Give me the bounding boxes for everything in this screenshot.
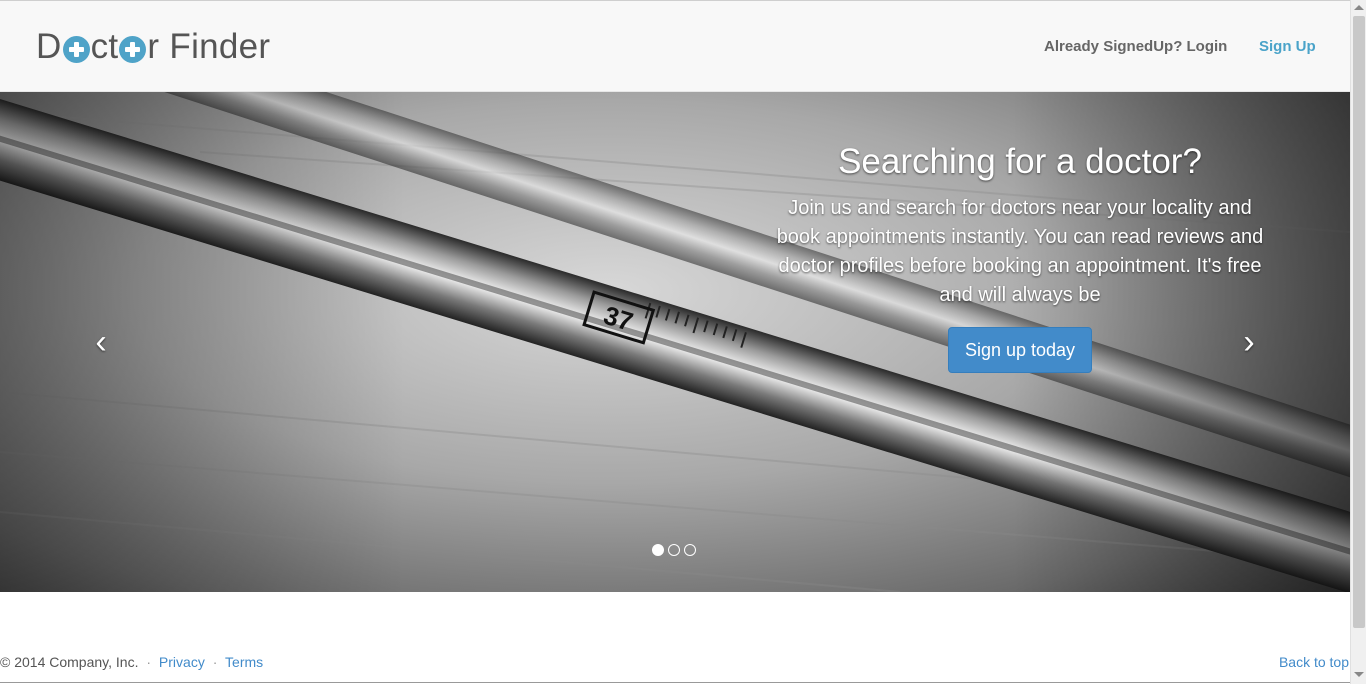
scroll-down-arrow-icon[interactable] — [1354, 672, 1364, 677]
carousel-indicator-3[interactable] — [684, 544, 696, 556]
vertical-scrollbar[interactable] — [1350, 0, 1366, 684]
privacy-link[interactable]: Privacy — [159, 654, 205, 670]
medical-plus-icon — [62, 35, 90, 63]
hero-heading: Searching for a doctor? — [838, 142, 1202, 181]
carousel-indicator-2[interactable] — [668, 544, 680, 556]
brand-logo[interactable]: D ct r Finder — [36, 25, 270, 69]
copyright-text: © 2014 Company, Inc. — [0, 654, 139, 670]
signup-link[interactable]: Sign Up — [1259, 38, 1316, 55]
brand-text-part1: D — [36, 27, 62, 66]
chevron-right-icon[interactable]: › — [1234, 324, 1264, 360]
footer-separator: · — [146, 654, 152, 670]
footer-separator: · — [212, 654, 218, 670]
footer-left: © 2014 Company, Inc. · Privacy · Terms — [0, 654, 263, 670]
terms-link[interactable]: Terms — [225, 654, 263, 670]
back-to-top-link[interactable]: Back to top — [1279, 654, 1349, 670]
carousel-indicator-1[interactable] — [652, 544, 664, 556]
scrollbar-thumb[interactable] — [1353, 16, 1365, 628]
chevron-left-icon[interactable]: ‹ — [86, 324, 116, 360]
medical-plus-icon — [119, 35, 147, 63]
signup-today-button[interactable]: Sign up today — [948, 327, 1092, 373]
scroll-up-arrow-icon[interactable] — [1354, 5, 1364, 10]
login-link[interactable]: Already SignedUp? Login — [1044, 38, 1227, 55]
brand-text-part3: r Finder — [147, 27, 271, 66]
navbar: D ct r Finder Already SignedUp? Login Si… — [0, 1, 1350, 92]
brand-text-part2: ct — [90, 27, 119, 66]
carousel-caption: Searching for a doctor? Join us and sear… — [770, 140, 1270, 310]
bottom-border — [0, 682, 1350, 683]
carousel-indicators — [652, 544, 696, 556]
hero-carousel: 37 Searching for a doctor? Join us and s… — [0, 92, 1350, 592]
hero-description: Join us and search for doctors near your… — [776, 197, 1264, 306]
